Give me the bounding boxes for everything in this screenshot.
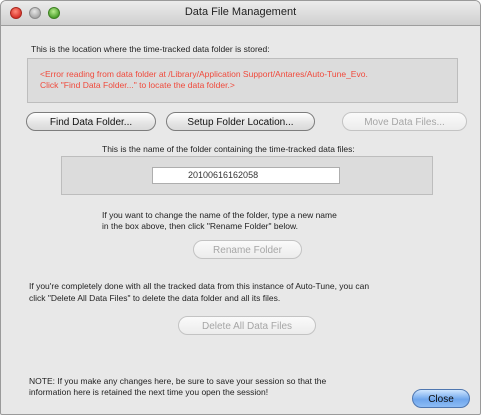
rename-hint-line-1: If you want to change the name of the fo…: [102, 210, 337, 220]
delete-all-data-files-button: Delete All Data Files: [178, 316, 316, 335]
close-button[interactable]: Close: [412, 389, 470, 408]
delete-info-line-1: If you're completely done with all the t…: [29, 281, 370, 291]
dialog-content: This is the location where the time-trac…: [1, 25, 480, 414]
delete-info-line-2: click "Delete All Data Files" to delete …: [29, 293, 281, 303]
window-title: Data File Management: [184, 6, 297, 18]
note-line-2: information here is retained the next ti…: [29, 387, 269, 397]
folder-name-panel: 20100616162058: [61, 156, 433, 195]
folder-name-label: This is the name of the folder containin…: [102, 144, 355, 154]
setup-folder-location-button[interactable]: Setup Folder Location...: [166, 112, 315, 131]
error-message-line-1: <Error reading from data folder at /Libr…: [40, 69, 368, 79]
data-file-management-window: Data File Management This is the locatio…: [0, 0, 481, 415]
rename-hint-line-2: in the box above, then click "Rename Fol…: [102, 221, 298, 231]
folder-name-input[interactable]: 20100616162058: [152, 167, 340, 184]
move-data-files-button: Move Data Files...: [342, 112, 467, 131]
rename-folder-button: Rename Folder: [193, 240, 302, 259]
location-panel: <Error reading from data folder at /Libr…: [27, 58, 458, 103]
error-message-line-2: Click "Find Data Folder..." to locate th…: [40, 80, 235, 90]
location-intro-text: This is the location where the time-trac…: [31, 44, 270, 54]
title-bar[interactable]: Data File Management: [1, 1, 480, 26]
find-data-folder-button[interactable]: Find Data Folder...: [26, 112, 156, 131]
note-line-1: NOTE: If you make any changes here, be s…: [29, 376, 327, 386]
